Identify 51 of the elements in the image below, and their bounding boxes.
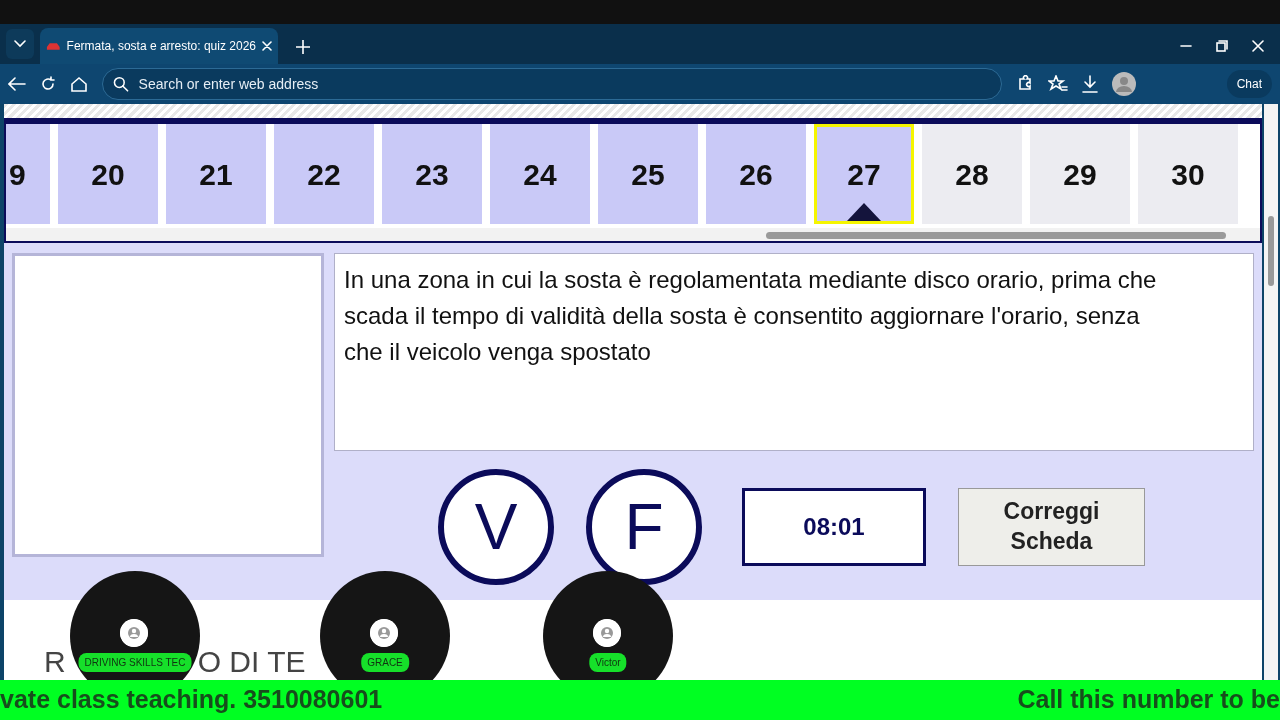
address-bar[interactable]: Search or enter web address bbox=[102, 68, 1002, 100]
correct-sheet-button[interactable]: Correggi Scheda bbox=[958, 488, 1145, 566]
search-icon bbox=[113, 76, 129, 92]
participant-name: Victor bbox=[589, 653, 627, 672]
new-tab-button[interactable] bbox=[296, 40, 310, 54]
download-icon[interactable] bbox=[1082, 75, 1098, 93]
question-number-tab[interactable]: 30 bbox=[1138, 124, 1238, 224]
question-number-tab[interactable]: 26 bbox=[706, 124, 806, 224]
question-number-tab[interactable]: 20 bbox=[58, 124, 158, 224]
chevron-down-icon bbox=[14, 40, 26, 48]
star-list-icon[interactable] bbox=[1048, 75, 1068, 93]
user-icon bbox=[593, 619, 621, 647]
restore-icon[interactable] bbox=[1216, 40, 1228, 52]
back-arrow-icon[interactable] bbox=[8, 77, 26, 91]
question-number-tab[interactable]: 25 bbox=[598, 124, 698, 224]
question-number-tab[interactable]: 22 bbox=[274, 124, 374, 224]
ticker-text: vate class teaching. 3510080601 bbox=[0, 684, 383, 716]
ticker-text: Call this number to be bbox=[1017, 684, 1280, 716]
tab-list-button[interactable] bbox=[6, 29, 34, 59]
question-number-tab[interactable]: 27 bbox=[814, 124, 914, 224]
puzzle-icon[interactable] bbox=[1016, 75, 1034, 93]
close-icon bbox=[262, 41, 272, 51]
question-number-tab[interactable]: 24 bbox=[490, 124, 590, 224]
answer-button[interactable]: V bbox=[438, 469, 554, 585]
current-marker-icon bbox=[847, 203, 881, 221]
tab-title: Fermata, sosta e arresto: quiz 2026 bbox=[66, 38, 256, 55]
question-number-tab[interactable]: 23 bbox=[382, 124, 482, 224]
participant-name: DRIVING SKILLS TEC bbox=[78, 653, 192, 672]
reload-icon[interactable] bbox=[40, 76, 56, 92]
browser-tab[interactable]: Fermata, sosta e arresto: quiz 2026 bbox=[40, 28, 278, 64]
question-text: In una zona in cui la sosta è regolamentata mediante disco orario, prima che scada il tempo di validità della sosta è consentito aggiornare l'orario, senza che il veicolo venga spostato bbox=[334, 253, 1254, 451]
chat-button[interactable]: Chat bbox=[1226, 70, 1272, 98]
answer-button[interactable]: F bbox=[586, 469, 702, 585]
plus-icon bbox=[296, 40, 310, 54]
question-number-tab[interactable]: 9 bbox=[6, 124, 50, 224]
question-number-tab[interactable]: 28 bbox=[922, 124, 1022, 224]
participant-name: GRACE bbox=[361, 653, 409, 672]
car-icon bbox=[46, 41, 61, 51]
user-icon bbox=[120, 619, 148, 647]
heading-text: O DI TE bbox=[197, 644, 306, 680]
address-field[interactable]: Search or enter web address bbox=[136, 70, 991, 98]
question-number-tab[interactable]: 21 bbox=[166, 124, 266, 224]
horizontal-scrollbar[interactable] bbox=[6, 228, 1260, 241]
home-icon[interactable] bbox=[70, 76, 88, 92]
profile-avatar-icon[interactable] bbox=[1112, 72, 1136, 96]
vertical-scrollbar[interactable] bbox=[1264, 104, 1278, 680]
heading-text: R bbox=[44, 644, 66, 680]
question-number-tab[interactable]: 29 bbox=[1030, 124, 1130, 224]
timer: 08:01 bbox=[742, 488, 926, 566]
user-icon bbox=[370, 619, 398, 647]
close-icon[interactable] bbox=[1252, 40, 1264, 52]
